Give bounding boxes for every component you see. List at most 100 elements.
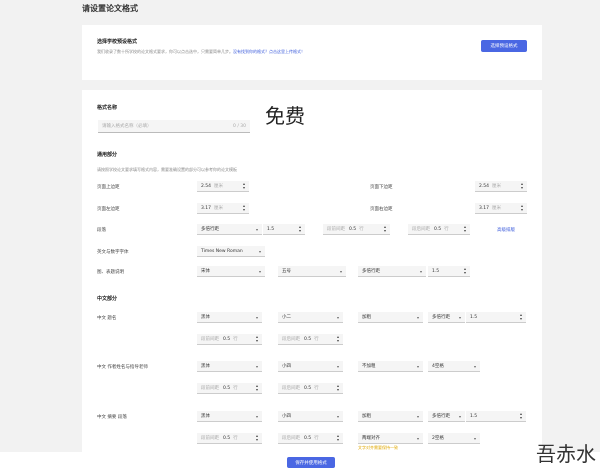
select-dropdown[interactable]: 2空格 ▾	[428, 433, 480, 444]
row-label: 英文与数字字体	[97, 250, 129, 255]
stepper-prefix: 段前间距	[201, 386, 219, 391]
number-stepper[interactable]: 3.17 厘米 ▴ ▾	[475, 203, 527, 214]
control-value: 黑体	[201, 414, 210, 419]
control-value: 0.5	[349, 226, 357, 232]
number-stepper[interactable]: 段后间距 0.5 行 ▴ ▾	[278, 383, 343, 394]
select-dropdown[interactable]: Times New Roman ▾	[197, 246, 265, 257]
select-dropdown[interactable]: 不加粗 ▾	[358, 361, 423, 372]
control-value: 2.54	[201, 183, 212, 189]
select-dropdown[interactable]: 小二 ▾	[278, 312, 343, 323]
number-stepper[interactable]: 段后间距 0.5 行 ▴ ▾	[278, 334, 343, 345]
stepper-unit: 行	[233, 436, 238, 441]
chevron-down-icon: ▾	[339, 268, 342, 274]
control-value: 两端对齐	[362, 436, 380, 441]
spin-arrows-icon[interactable]: ▴ ▾	[337, 434, 339, 442]
spin-arrows-icon[interactable]: ▴ ▾	[299, 225, 301, 233]
spin-arrows-icon[interactable]: ▴ ▾	[243, 182, 245, 190]
spin-arrows-icon[interactable]: ▴ ▾	[256, 434, 258, 442]
select-dropdown[interactable]: 小四 ▾	[278, 361, 343, 372]
control-value: 0.5	[223, 385, 231, 391]
control-value: 多倍行距	[432, 414, 450, 419]
number-stepper[interactable]: 3.17 厘米 ▴ ▾	[197, 203, 249, 214]
stepper-unit: 厘米	[492, 184, 502, 189]
select-dropdown[interactable]: 多倍行距 ▾	[428, 411, 465, 422]
number-stepper[interactable]: 2.54 厘米 ▴ ▾	[475, 181, 527, 192]
control-value: 小二	[282, 315, 291, 320]
row-label: 中文 作者姓名与指导老师	[97, 365, 148, 370]
format-name-heading: 格式名称	[97, 105, 118, 111]
general-heading: 通用部分	[97, 152, 118, 158]
chevron-down-icon: ▾	[258, 248, 261, 254]
number-stepper[interactable]: 段后间距 0.5 行 ▴ ▾	[408, 224, 470, 235]
number-stepper[interactable]: 1.5 ▴ ▾	[263, 224, 305, 235]
stepper-unit: 厘米	[492, 206, 502, 211]
control-value: 0.5	[223, 435, 231, 441]
number-stepper[interactable]: 1.5 ▴ ▾	[466, 312, 526, 323]
spin-arrows-icon[interactable]: ▴ ▾	[384, 225, 386, 233]
number-stepper[interactable]: 1.5 ▴ ▾	[466, 411, 526, 422]
stepper-prefix: 段前间距	[327, 227, 345, 232]
select-dropdown[interactable]: 黑体 ▾	[197, 361, 262, 372]
control-value: 黑体	[201, 315, 210, 320]
select-dropdown[interactable]: 4空格 ▾	[428, 361, 480, 372]
spin-arrows-icon[interactable]: ▴ ▾	[256, 335, 258, 343]
number-stepper[interactable]: 段前间距 0.5 行 ▴ ▾	[323, 224, 390, 235]
spin-arrows-icon[interactable]: ▴ ▾	[521, 182, 523, 190]
select-dropdown[interactable]: 加粗 ▾	[358, 411, 423, 422]
number-stepper[interactable]: 1.5 ▴ ▾	[428, 266, 470, 277]
stepper-unit: 厘米	[214, 206, 224, 211]
spin-arrows-icon[interactable]: ▴ ▾	[464, 225, 466, 233]
number-stepper[interactable]: 段前间距 0.5 行 ▴ ▾	[197, 334, 262, 345]
stepper-prefix: 段后间距	[412, 227, 430, 232]
select-dropdown[interactable]: 多倍行距 ▾	[428, 312, 465, 323]
stepper-prefix: 段后间距	[282, 386, 300, 391]
spin-arrows-icon[interactable]: ▴ ▾	[520, 313, 522, 321]
spin-arrows-icon[interactable]: ▴ ▾	[464, 267, 466, 275]
number-stepper[interactable]: 2.54 厘米 ▴ ▾	[197, 181, 249, 192]
advanced-layout-link[interactable]: 高级排版	[497, 227, 515, 233]
control-value: 2.54	[479, 183, 490, 189]
number-stepper[interactable]: 段前间距 0.5 行 ▴ ▾	[197, 433, 262, 444]
select-dropdown[interactable]: 黑体 ▾	[197, 411, 262, 422]
control-value: 1.5	[432, 268, 440, 274]
select-dropdown[interactable]: 五号 ▾	[278, 266, 346, 277]
select-dropdown[interactable]: 加粗 ▾	[358, 312, 423, 323]
align-warning: 文字对齐需要保持一致	[358, 445, 398, 450]
row-label: 中文 题名	[97, 316, 117, 321]
stepper-unit: 行	[359, 227, 364, 232]
spin-arrows-icon[interactable]: ▴ ▾	[337, 384, 339, 392]
select-dropdown[interactable]: 多倍行距 ▾	[358, 266, 426, 277]
control-value: 0.5	[304, 385, 312, 391]
control-value: 2空格	[432, 436, 444, 441]
control-value: 加粗	[362, 315, 371, 320]
upload-format-link[interactable]: 没有找到你的格式？点击这里上传格式！	[233, 49, 305, 54]
spin-arrows-icon[interactable]: ▴ ▾	[521, 204, 523, 212]
select-dropdown[interactable]: 小四 ▾	[278, 411, 343, 422]
control-value: 3.17	[201, 205, 212, 211]
char-counter: 0 / 30	[233, 123, 246, 129]
select-dropdown[interactable]: 多倍行距 ▾	[197, 224, 262, 235]
spin-arrows-icon[interactable]: ▴ ▾	[256, 384, 258, 392]
select-dropdown[interactable]: 两端对齐 ▾	[358, 433, 423, 444]
chevron-down-icon: ▾	[473, 435, 476, 441]
spin-arrows-icon[interactable]: ▴ ▾	[520, 412, 522, 420]
spin-arrows-icon[interactable]: ▴ ▾	[337, 335, 339, 343]
choose-preset-button[interactable]: 选择预设格式	[481, 40, 527, 52]
control-value: 加粗	[362, 414, 371, 419]
chevron-down-icon: ▾	[416, 314, 419, 320]
preset-desc: 我们收录了数十所学校的论文格式要求，你可以点击选中，只需要简单几步。没有找到你的…	[97, 49, 305, 55]
spin-arrows-icon[interactable]: ▴ ▾	[243, 204, 245, 212]
chevron-down-icon: ▾	[255, 314, 258, 320]
number-stepper[interactable]: 段后间距 0.5 行 ▴ ▾	[278, 433, 343, 444]
select-dropdown[interactable]: 宋体 ▾	[197, 266, 265, 277]
chevron-down-icon: ▾	[336, 363, 339, 369]
save-format-button[interactable]: 保存并使用格式	[287, 457, 335, 468]
control-value: 宋体	[201, 269, 210, 274]
control-value: 0.5	[223, 336, 231, 342]
format-name-input[interactable]: 请输入格式名称（必填） 0 / 30	[98, 120, 250, 133]
select-dropdown[interactable]: 黑体 ▾	[197, 312, 262, 323]
stepper-unit: 行	[314, 386, 319, 391]
general-desc: 请按照学校论文要求填写格式内容，需要准确设置的部分可以参考你的论文模板	[97, 167, 237, 172]
control-value: 多倍行距	[432, 315, 450, 320]
number-stepper[interactable]: 段前间距 0.5 行 ▴ ▾	[197, 383, 262, 394]
